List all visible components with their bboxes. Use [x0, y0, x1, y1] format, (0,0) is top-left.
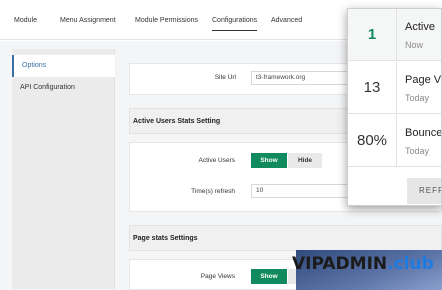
time-refresh-input[interactable]: 10 — [251, 184, 351, 198]
watermark-text: VIPADMIN — [292, 254, 388, 274]
time-refresh-label: Time(s) refresh — [191, 188, 235, 195]
active-users-label: Active Users — [198, 157, 235, 164]
stats-card: 1 Active Now 13 Page V Today 80% Bounce … — [347, 8, 442, 206]
stat-row-active: 1 Active Now — [348, 9, 441, 61]
settings-sidebar: Options API Configuration — [12, 49, 115, 289]
site-url-input[interactable]: t3-framework.org — [251, 71, 351, 85]
tab-advanced[interactable]: Advanced — [271, 17, 302, 24]
stat-row-page-views: 13 Page V Today — [348, 62, 442, 114]
stat-subtitle: Today — [405, 146, 430, 156]
site-url-label: Site Url — [214, 74, 236, 81]
sidebar-item-options[interactable]: Options — [12, 55, 115, 77]
stat-title: Page V — [405, 74, 442, 86]
sidebar-item-api-configuration[interactable]: API Configuration — [12, 77, 115, 99]
page-stats-heading: Page stats Settings — [129, 225, 442, 251]
stat-value: 80% — [348, 115, 397, 166]
refresh-button[interactable]: REFR — [407, 178, 441, 204]
stat-title: Active — [405, 21, 435, 33]
active-users-hide-button[interactable]: Hide — [288, 153, 322, 168]
stat-value: 13 — [348, 62, 397, 113]
stat-title: Bounce — [405, 127, 442, 139]
tab-configurations[interactable]: Configurations — [212, 17, 258, 31]
stat-row-bounce: 80% Bounce Today — [348, 115, 442, 167]
stat-value: 1 — [348, 9, 397, 60]
active-users-show-button[interactable]: Show — [251, 153, 287, 168]
tab-module-permissions[interactable]: Module Permissions — [135, 17, 198, 24]
stat-subtitle: Now — [405, 40, 424, 50]
stat-subtitle: Today — [405, 93, 430, 103]
page-views-show-button[interactable]: Show — [251, 269, 287, 284]
watermark-logo: VIPADMIN.club — [292, 252, 442, 276]
page-views-label: Page Views — [200, 273, 235, 280]
tab-module[interactable]: Module — [14, 17, 37, 24]
tab-menu-assignment[interactable]: Menu Assignment — [60, 17, 116, 24]
watermark-suffix: .club — [387, 254, 434, 274]
